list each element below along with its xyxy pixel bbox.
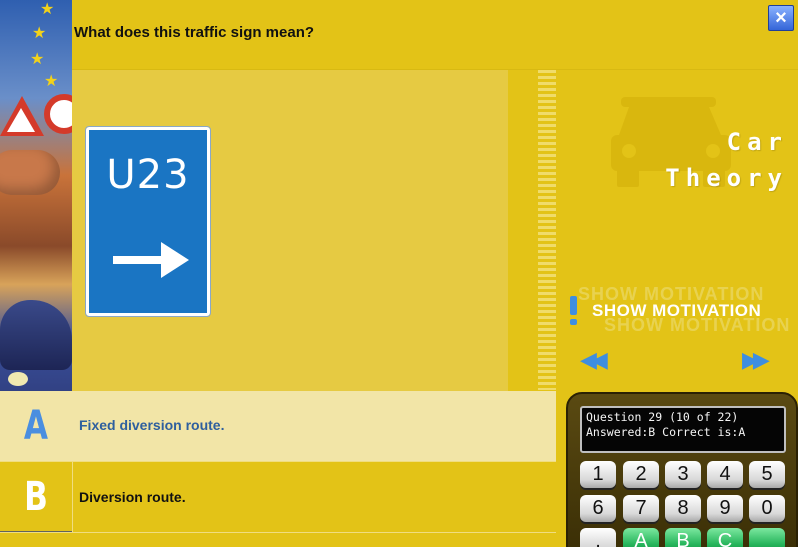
answer-letter: B xyxy=(24,474,48,520)
key-0[interactable]: 0 xyxy=(749,495,785,522)
answer-option-c[interactable] xyxy=(0,532,556,547)
right-panel: Car Theory SHOW MOTIVATION SHOW MOTIVATI… xyxy=(556,70,798,390)
answer-option-a[interactable]: A Fixed diversion route. xyxy=(0,391,556,461)
rewind-icon: ◀◀ xyxy=(580,347,608,372)
key-confirm[interactable] xyxy=(749,528,785,547)
question-counter: Question 29 (10 of 22) xyxy=(586,410,739,424)
prohibition-sign-icon xyxy=(44,94,72,134)
exclamation-icon xyxy=(568,296,578,326)
key-3[interactable]: 3 xyxy=(665,461,701,488)
arrow-right-icon xyxy=(113,242,189,278)
question-text: What does this traffic sign mean? xyxy=(74,24,315,41)
show-motivation-button[interactable]: SHOW MOTIVATION xyxy=(568,296,761,326)
hand-image xyxy=(0,150,60,195)
answer-status: Answered:B Correct is:A xyxy=(586,425,746,439)
sign-display-area: U23 xyxy=(72,70,508,391)
star-icon: ★ xyxy=(32,25,47,42)
key-7[interactable]: 7 xyxy=(623,495,659,522)
key-4[interactable]: 4 xyxy=(707,461,743,488)
status-screen: Question 29 (10 of 22) Answered:B Correc… xyxy=(580,406,786,453)
brand-title-line1: Car xyxy=(726,128,788,156)
key-a[interactable]: A xyxy=(623,528,659,547)
key-comma[interactable]: , xyxy=(580,528,616,547)
key-9[interactable]: 9 xyxy=(707,495,743,522)
fast-forward-icon: ▶▶ xyxy=(742,347,770,372)
key-1[interactable]: 1 xyxy=(580,461,616,488)
close-button[interactable]: × xyxy=(768,5,794,31)
answer-text: Fixed diversion route. xyxy=(79,417,225,433)
answer-keypad-device: Question 29 (10 of 22) Answered:B Correc… xyxy=(566,392,798,547)
key-8[interactable]: 8 xyxy=(665,495,701,522)
answer-option-b[interactable]: B Diversion route. xyxy=(0,461,556,532)
answer-letter: A xyxy=(23,403,49,449)
star-icon: ★ xyxy=(44,73,59,90)
key-5[interactable]: 5 xyxy=(749,461,785,488)
question-header: What does this traffic sign mean? × xyxy=(72,0,798,70)
sign-route-code: U23 xyxy=(106,152,190,198)
brand-title-line2: Theory xyxy=(665,164,788,192)
key-b[interactable]: B xyxy=(665,528,701,547)
key-6[interactable]: 6 xyxy=(580,495,616,522)
close-icon: × xyxy=(775,7,787,29)
star-icon: ★ xyxy=(30,51,45,68)
show-motivation-label: SHOW MOTIVATION xyxy=(592,301,762,320)
decorative-divider xyxy=(538,70,556,390)
next-question-button[interactable]: ▶▶ xyxy=(742,347,770,372)
key-2[interactable]: 2 xyxy=(623,461,659,488)
answer-text: Diversion route. xyxy=(79,489,186,505)
key-c[interactable]: C xyxy=(707,528,743,547)
traffic-sign-image: U23 xyxy=(85,126,211,317)
star-icon: ★ xyxy=(40,1,55,18)
car-image xyxy=(0,300,72,370)
previous-question-button[interactable]: ◀◀ xyxy=(580,347,608,372)
